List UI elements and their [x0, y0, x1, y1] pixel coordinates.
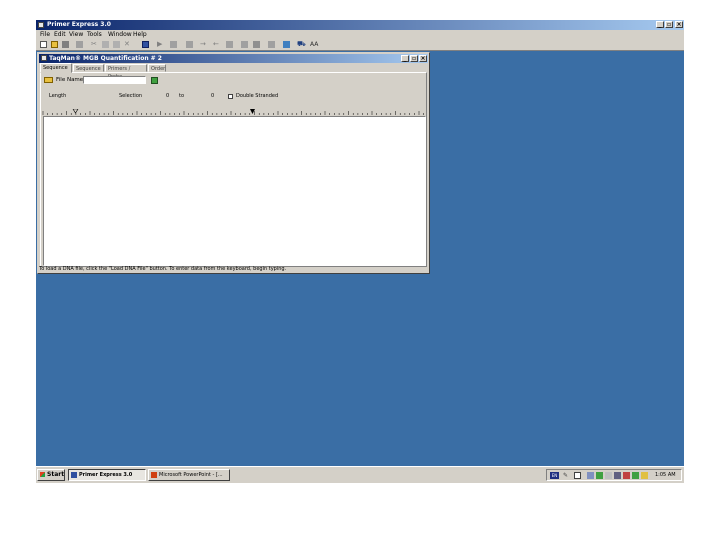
start-button[interactable]: Start: [37, 469, 65, 481]
menu-file[interactable]: File: [40, 30, 50, 39]
help-icon[interactable]: [574, 472, 581, 479]
close-button[interactable]: ×: [675, 21, 683, 28]
tab-sequence-2[interactable]: Sequence: [73, 64, 104, 72]
app-icon: [71, 472, 77, 478]
tool-icon[interactable]: [283, 41, 290, 48]
menu-tools[interactable]: Tools: [87, 30, 102, 39]
load-dna-file-button[interactable]: [151, 77, 158, 84]
powerpoint-icon: [151, 472, 157, 478]
minimize-button[interactable]: _: [656, 21, 664, 28]
tool-icon[interactable]: [268, 41, 275, 48]
tool-icon[interactable]: [186, 41, 193, 48]
open-folder-icon[interactable]: [51, 41, 58, 48]
cart-icon[interactable]: ⛟: [297, 41, 306, 48]
toolbar: ✂ ✕ ▶ → ← ⛟ AA: [36, 39, 684, 51]
open-folder-icon[interactable]: [44, 77, 53, 83]
selection-to-value: 0: [211, 93, 215, 99]
child-close-button[interactable]: ×: [419, 55, 427, 62]
paste-icon[interactable]: [113, 41, 120, 48]
tray-icon[interactable]: [605, 472, 612, 479]
tool-icon[interactable]: [170, 41, 177, 48]
clock[interactable]: 1:05 AM: [655, 471, 676, 480]
child-maximize-button[interactable]: ▫: [410, 55, 418, 62]
tab-sequence[interactable]: Sequence: [40, 63, 72, 73]
pen-icon[interactable]: ✎: [563, 472, 570, 479]
selection-label: Selection: [119, 93, 143, 99]
delete-icon[interactable]: ✕: [124, 41, 131, 48]
taskbar: Start Primer Express 3.0 Microsoft Power…: [36, 466, 684, 483]
maximize-button[interactable]: ▫: [665, 21, 673, 28]
child-minimize-button[interactable]: _: [401, 55, 409, 62]
arrow-right-icon[interactable]: →: [200, 41, 207, 48]
sequence-panel: File Name Length Selection 0 to 0 Double…: [40, 72, 427, 267]
file-name-field[interactable]: [83, 76, 146, 84]
font-icon[interactable]: AA: [310, 41, 320, 48]
tool-icon[interactable]: [241, 41, 248, 48]
start-label: Start: [47, 471, 65, 478]
task-label: Microsoft PowerPoint - [...: [159, 472, 223, 478]
language-indicator[interactable]: EN: [550, 472, 559, 479]
menu-help[interactable]: Help: [133, 30, 147, 39]
mdi-client-area: TaqMan® MGB Quantification # 2 _ ▫ × Seq…: [36, 51, 684, 466]
child-title: TaqMan® MGB Quantification # 2: [49, 55, 162, 62]
sequence-text-area[interactable]: [43, 116, 426, 266]
selection-to-label: to: [179, 93, 185, 99]
save-icon[interactable]: [62, 41, 69, 48]
doc-icon: [41, 55, 47, 61]
system-tray: EN ✎ 1:05 AM: [546, 469, 682, 481]
tray-icon[interactable]: [632, 472, 639, 479]
menu-view[interactable]: View: [69, 30, 83, 39]
length-label: Length: [49, 93, 67, 99]
task-label: Primer Express 3.0: [79, 472, 133, 478]
tray-icon[interactable]: [614, 472, 621, 479]
tray-icon[interactable]: [623, 472, 630, 479]
menu-window[interactable]: Window: [108, 30, 132, 39]
printer-icon[interactable]: [253, 41, 260, 48]
load-dna-icon[interactable]: [142, 41, 149, 48]
selection-from-value: 0: [166, 93, 170, 99]
menu-edit[interactable]: Edit: [54, 30, 66, 39]
menu-bar: File Edit View Tools Window Help: [36, 30, 684, 39]
task-primer-express[interactable]: Primer Express 3.0: [68, 469, 146, 481]
ruler: [42, 109, 424, 115]
child-window: TaqMan® MGB Quantification # 2 _ ▫ × Seq…: [37, 52, 430, 274]
new-file-icon[interactable]: [40, 41, 47, 48]
desktop: Primer Express 3.0 _ ▫ × File Edit View …: [36, 20, 684, 483]
double-stranded-checkbox[interactable]: [228, 94, 233, 99]
app-title-bar: Primer Express 3.0 _ ▫ ×: [36, 20, 684, 30]
tool-icon[interactable]: [226, 41, 233, 48]
copy-icon[interactable]: [102, 41, 109, 48]
app-icon: [38, 22, 44, 28]
cut-icon[interactable]: ✂: [91, 41, 98, 48]
tab-order[interactable]: Order: [148, 64, 166, 72]
task-powerpoint[interactable]: Microsoft PowerPoint - [...: [148, 469, 230, 481]
child-title-bar: TaqMan® MGB Quantification # 2 _ ▫ ×: [39, 54, 428, 63]
arrow-left-icon[interactable]: ←: [213, 41, 220, 48]
print-icon[interactable]: [76, 41, 83, 48]
double-stranded-label: Double Stranded: [236, 93, 279, 99]
windows-logo-icon: [40, 472, 45, 477]
tray-icon[interactable]: [587, 472, 594, 479]
play-icon[interactable]: ▶: [157, 41, 164, 48]
tray-icon[interactable]: [596, 472, 603, 479]
tab-primers-probe[interactable]: Primers / Probe: [105, 64, 147, 80]
status-bar: To load a DNA file, click the "Load DNA …: [39, 266, 287, 272]
app-title: Primer Express 3.0: [47, 21, 111, 28]
start-marker[interactable]: [72, 109, 79, 114]
tray-icon[interactable]: [641, 472, 648, 479]
file-name-label: File Name: [56, 77, 84, 83]
